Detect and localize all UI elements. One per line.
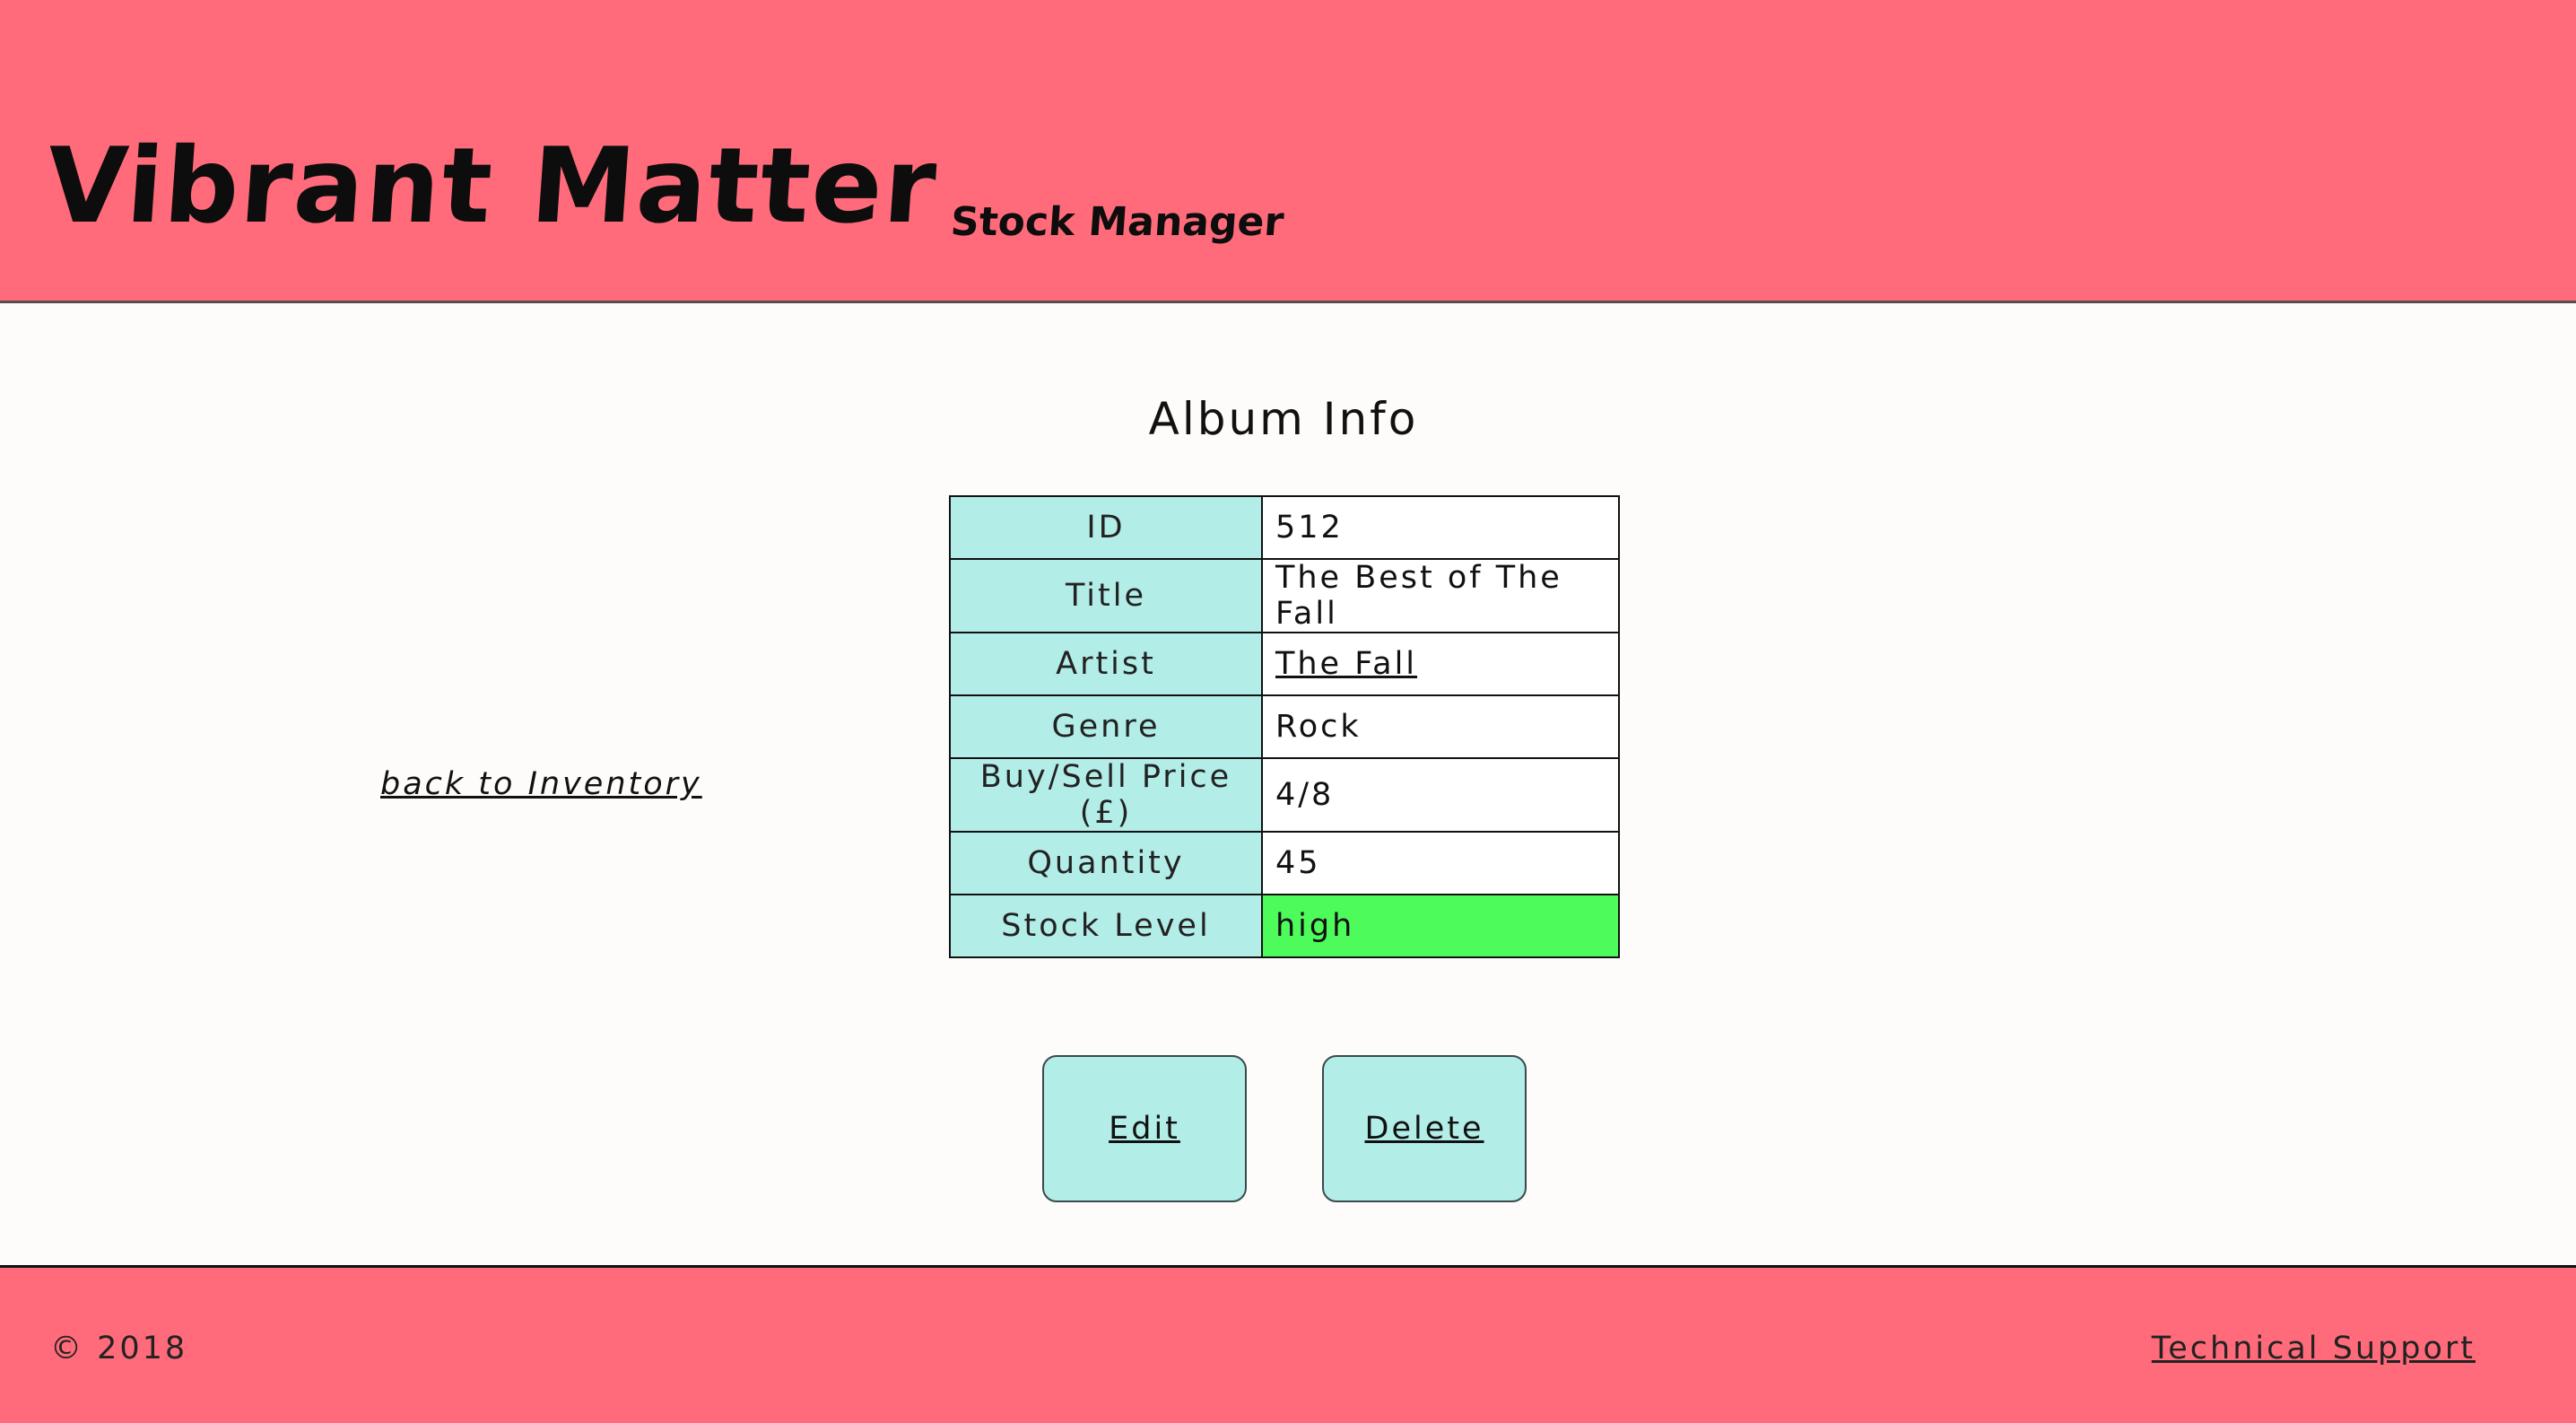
table-row: Buy/Sell Price (£) 4/8 — [949, 757, 1620, 833]
back-to-inventory-link[interactable]: back to Inventory — [380, 766, 702, 802]
brand-logo-text: Vibrant Matter — [42, 126, 942, 247]
table-row: Quantity 45 — [949, 831, 1620, 895]
row-label-artist: Artist — [949, 632, 1263, 696]
row-label-title: Title — [949, 558, 1263, 633]
edit-button[interactable]: Edit — [1042, 1055, 1247, 1202]
delete-button[interactable]: Delete — [1322, 1055, 1527, 1202]
row-value-artist: The Fall — [1261, 632, 1620, 696]
table-row: Artist The Fall — [949, 632, 1620, 696]
brand-subtitle: Stock Manager — [949, 199, 1285, 245]
row-label-price: Buy/Sell Price (£) — [949, 757, 1263, 833]
site-footer: © 2018 Technical Support — [0, 1265, 2576, 1423]
page-title: Album Info — [1148, 393, 1419, 445]
row-label-quantity: Quantity — [949, 831, 1263, 895]
table-row: Stock Level high — [949, 894, 1620, 958]
row-value-genre: Rock — [1261, 694, 1620, 759]
row-label-id: ID — [949, 495, 1263, 560]
copyright-text: © 2018 — [50, 1331, 188, 1366]
album-info-table: ID 512 Title The Best of The Fall Artist… — [949, 495, 1620, 958]
table-row: Title The Best of The Fall — [949, 558, 1620, 633]
row-label-stock-level: Stock Level — [949, 894, 1263, 958]
row-value-id: 512 — [1261, 495, 1620, 560]
artist-link[interactable]: The Fall — [1275, 646, 1417, 682]
stock-level-badge: high — [1261, 894, 1620, 958]
table-row: ID 512 — [949, 495, 1620, 560]
row-value-quantity: 45 — [1261, 831, 1620, 895]
site-header: Vibrant Matter Stock Manager — [0, 0, 2576, 303]
row-label-genre: Genre — [949, 694, 1263, 759]
row-value-title: The Best of The Fall — [1261, 558, 1620, 633]
technical-support-link[interactable]: Technical Support — [2152, 1331, 2476, 1366]
table-row: Genre Rock — [949, 694, 1620, 759]
row-value-price: 4/8 — [1261, 757, 1620, 833]
